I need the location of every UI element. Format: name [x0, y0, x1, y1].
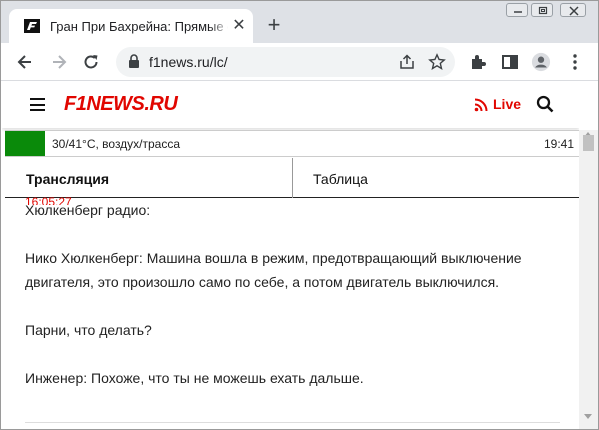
search-icon[interactable] — [536, 95, 554, 113]
extensions-puzzle-icon[interactable] — [468, 52, 488, 72]
f1news-favicon-icon — [24, 19, 40, 33]
more-menu-icon[interactable] — [565, 52, 585, 72]
close-icon — [569, 6, 579, 16]
minimize-button[interactable] — [506, 3, 528, 17]
tab-broadcast-label: Трансляция — [26, 171, 110, 187]
close-window-button[interactable] — [560, 3, 586, 17]
green-flag-indicator — [5, 131, 45, 156]
scroll-down-arrow-icon[interactable] — [584, 414, 592, 419]
browser-window: Гран При Бахрейна: Прямые он ✕ + f1news.… — [0, 0, 599, 430]
scroll-thumb[interactable] — [583, 135, 594, 151]
feed-paragraph: Хюлкенберг радио: — [25, 202, 151, 218]
vertical-scrollbar[interactable] — [579, 130, 598, 429]
weather-bar: 30/41°C, воздух/трасса 19:41 — [5, 130, 579, 157]
feed-paragraph: Инженер: Похоже, что ты не можешь ехать … — [25, 370, 364, 386]
weather-text: 30/41°C, воздух/трасса — [52, 137, 181, 151]
restore-button[interactable] — [531, 3, 553, 17]
lock-icon[interactable] — [128, 54, 140, 69]
tab-close-icon[interactable]: ✕ — [231, 18, 247, 34]
web-page: F1NEWS.RU Live 30/41°C, воздух/трасса 19… — [2, 82, 579, 429]
tab-title: Гран При Бахрейна: Прямые он — [50, 19, 228, 34]
tab-broadcast[interactable]: Трансляция — [5, 158, 293, 198]
restore-icon — [538, 6, 548, 15]
site-header: F1NEWS.RU Live — [2, 82, 579, 128]
content-tabs: Трансляция Таблица — [5, 158, 579, 198]
side-panel-icon[interactable] — [500, 52, 520, 72]
live-link[interactable]: Live — [493, 96, 521, 112]
site-logo[interactable]: F1NEWS.RU — [64, 93, 178, 115]
tab-standings[interactable]: Таблица — [313, 171, 368, 187]
back-arrow-icon[interactable] — [15, 52, 35, 72]
forward-arrow-icon[interactable] — [49, 52, 69, 72]
feed-paragraph: Нико Хюлкенберг: Машина вошла в режим, п… — [25, 250, 522, 290]
share-icon[interactable] — [398, 53, 416, 71]
hamburger-menu-icon[interactable] — [30, 98, 45, 111]
url-text[interactable]: f1news.ru/lc/ — [149, 54, 228, 70]
address-bar[interactable]: f1news.ru/lc/ — [116, 47, 455, 77]
session-time: 19:41 — [543, 137, 574, 151]
reload-icon[interactable] — [81, 52, 101, 72]
tab-strip: Гран При Бахрейна: Прямые он ✕ + — [1, 1, 598, 43]
rss-live-icon[interactable] — [474, 98, 488, 112]
bookmark-star-icon[interactable] — [428, 53, 446, 71]
logo-f1: F1 — [64, 93, 87, 115]
feed-paragraph: Парни, что делать? — [25, 322, 152, 338]
logo-news: NEWS.RU — [86, 93, 178, 115]
new-tab-button[interactable]: + — [264, 14, 284, 36]
browser-toolbar: f1news.ru/lc/ — [1, 43, 598, 81]
minimize-icon — [514, 11, 522, 13]
feed-divider — [25, 422, 560, 423]
tab-title-fade — [209, 17, 231, 35]
profile-avatar-icon[interactable] — [531, 52, 551, 72]
browser-tab[interactable]: Гран При Бахрейна: Прямые он ✕ — [9, 9, 253, 43]
